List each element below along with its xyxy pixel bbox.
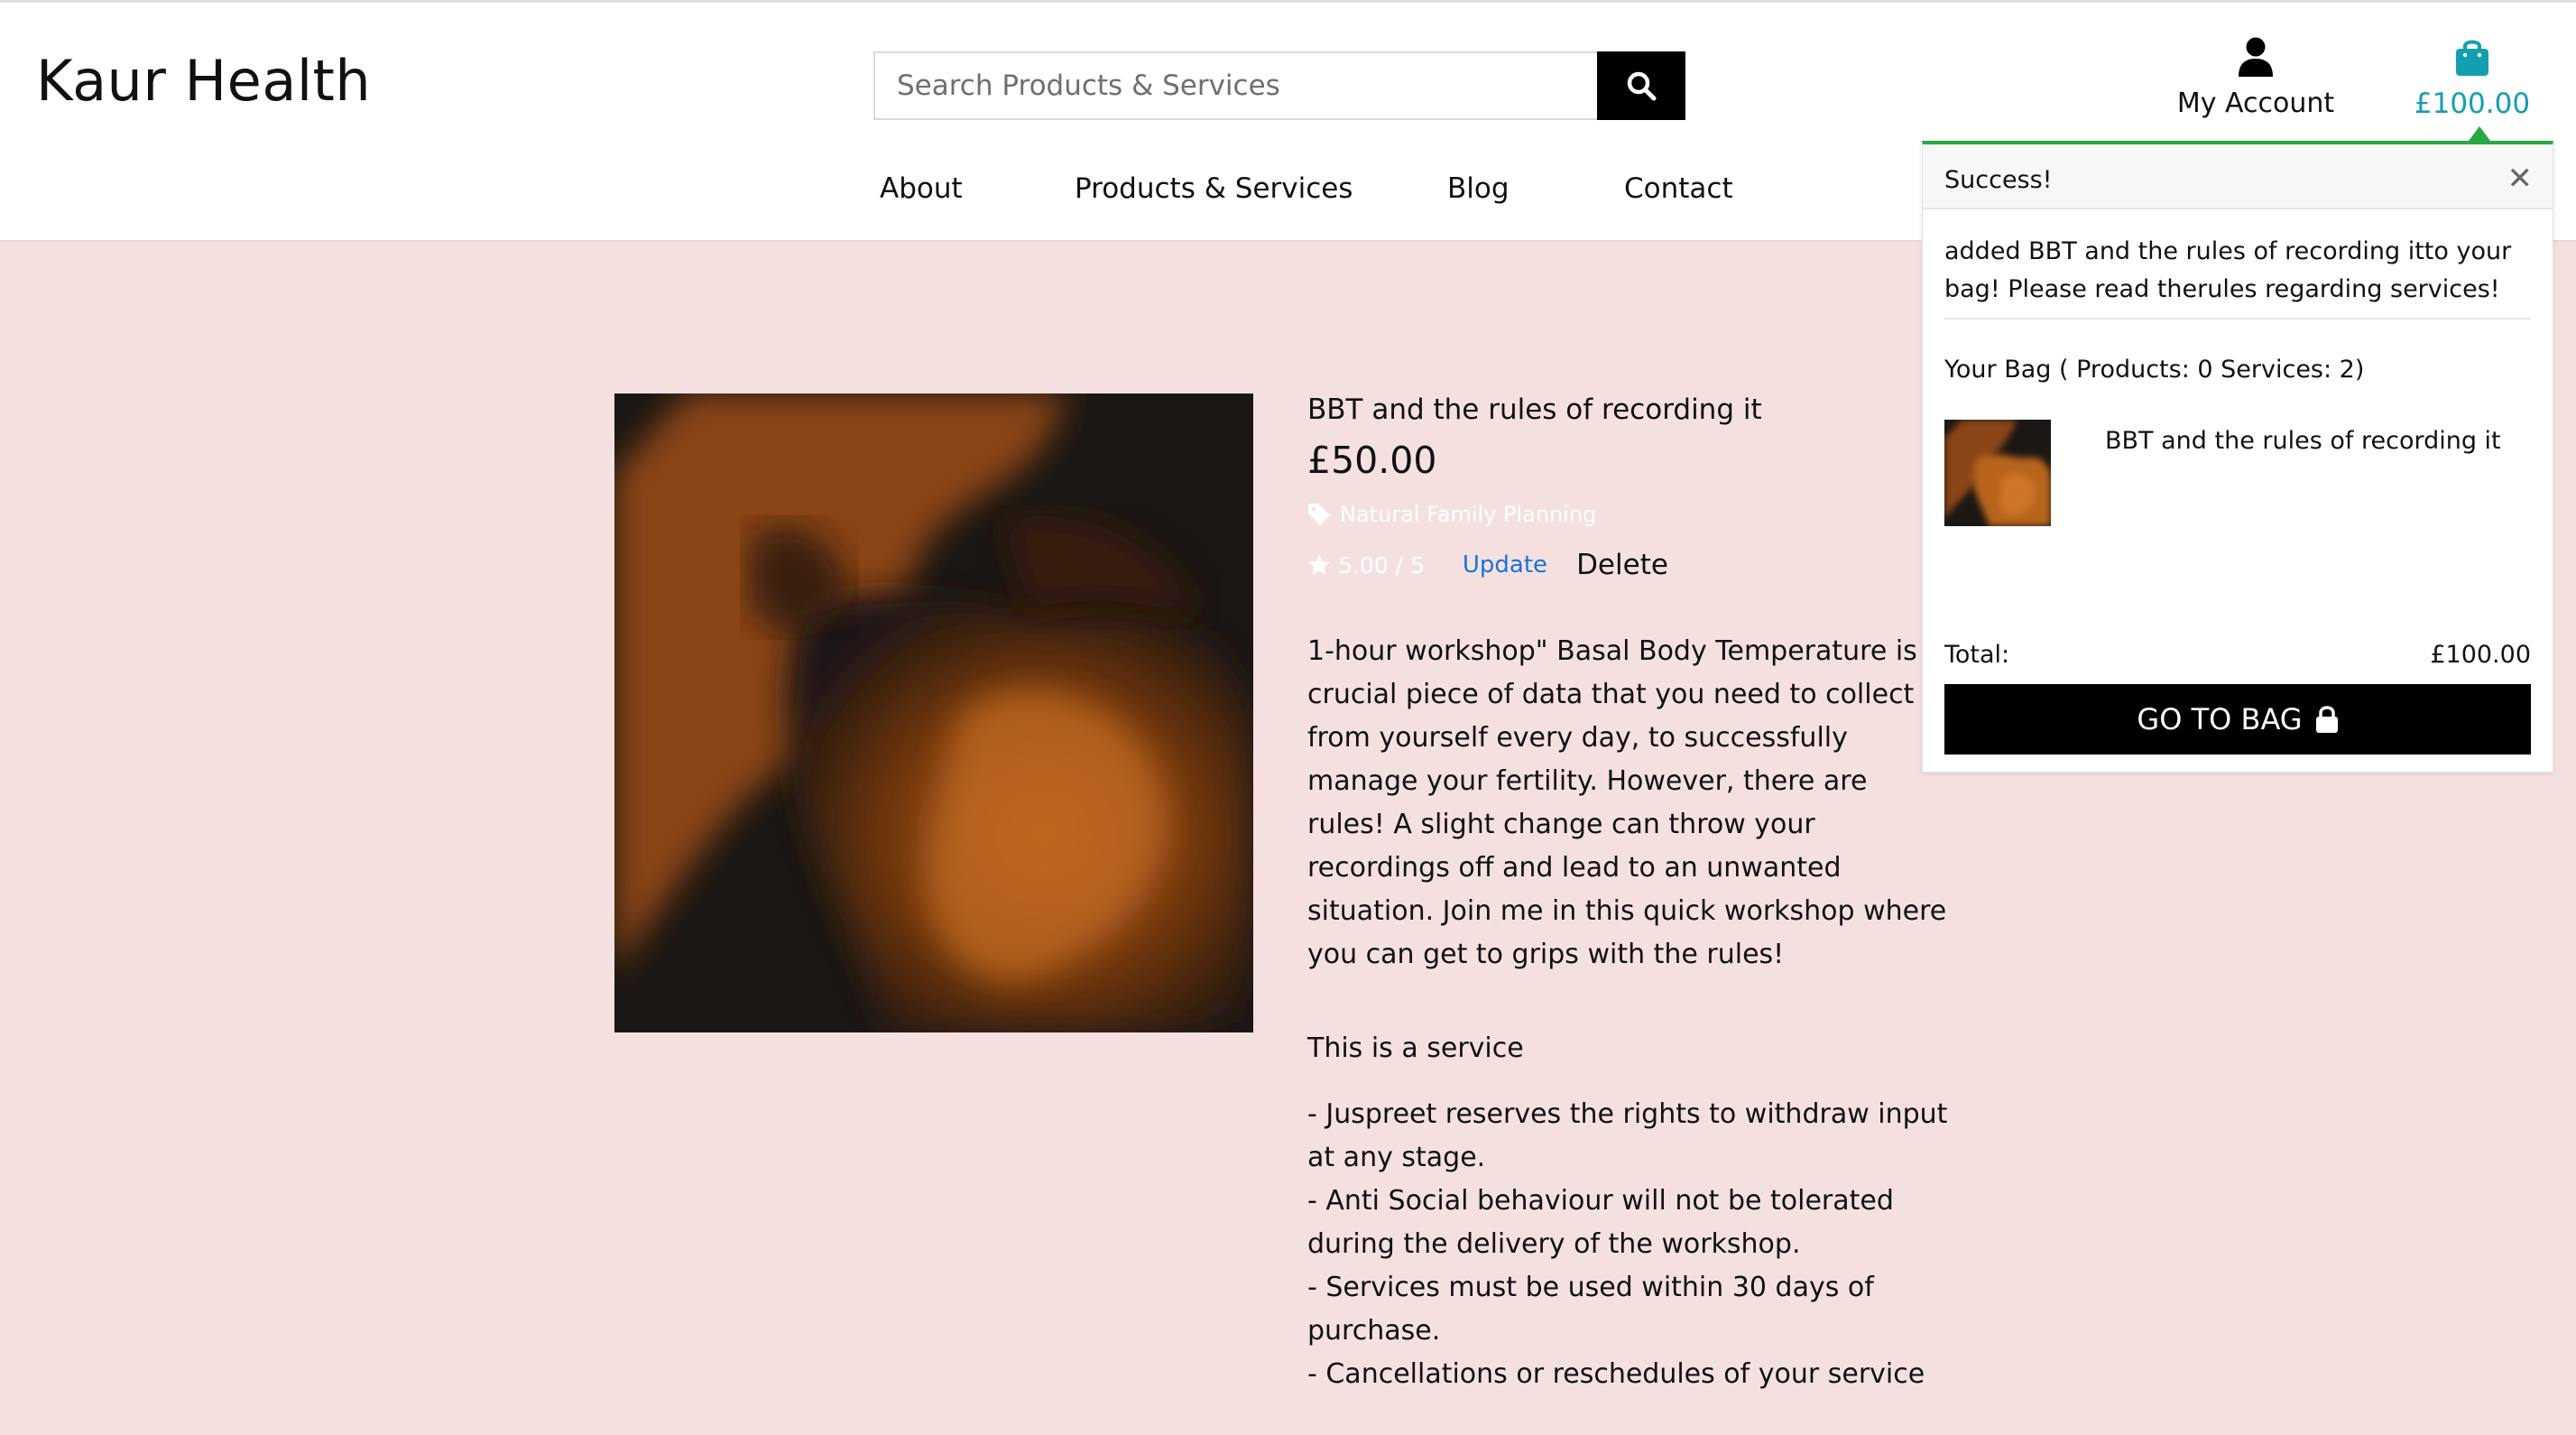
product-category-label: Natural Family Planning bbox=[1340, 502, 1597, 527]
service-rule: - Services must be used within 30 days o… bbox=[1307, 1272, 1874, 1347]
search-input[interactable] bbox=[873, 51, 1597, 120]
search-icon bbox=[1627, 71, 1657, 101]
toast-arrow bbox=[2469, 126, 2490, 141]
total-value: £100.00 bbox=[2430, 641, 2531, 669]
product-category[interactable]: Natural Family Planning bbox=[1307, 502, 1957, 527]
lock-icon bbox=[2315, 706, 2338, 733]
site-logo[interactable]: Kaur Health bbox=[36, 48, 371, 114]
search-button[interactable] bbox=[1597, 51, 1685, 120]
close-icon[interactable]: ✕ bbox=[2507, 161, 2534, 197]
success-toast: Success! ✕ added BBT and the rules of re… bbox=[1922, 141, 2553, 773]
toast-header: Success! ✕ bbox=[1923, 144, 2553, 209]
my-account-link[interactable]: My Account bbox=[2165, 37, 2346, 119]
nav-contact[interactable]: Contact bbox=[1624, 172, 1733, 205]
star-icon bbox=[1308, 554, 1330, 575]
service-rule: - Cancellations or reschedules of your s… bbox=[1307, 1358, 1925, 1390]
update-link[interactable]: Update bbox=[1463, 551, 1547, 579]
service-heading: This is a service bbox=[1307, 1032, 1524, 1064]
nav-products-services[interactable]: Products & Services bbox=[1075, 172, 1353, 205]
bag-item-name: BBT and the rules of recording it bbox=[2105, 427, 2501, 455]
product-details: BBT and the rules of recording it £50.00… bbox=[1307, 393, 1957, 1396]
product-name: BBT and the rules of recording it bbox=[1307, 393, 1762, 426]
go-to-bag-button[interactable]: GO TO BAG bbox=[1944, 684, 2531, 755]
my-account-label: My Account bbox=[2176, 88, 2335, 119]
bag-item: BBT and the rules of recording it bbox=[1944, 420, 2531, 546]
tag-icon bbox=[1308, 504, 1330, 525]
product-image bbox=[614, 393, 1253, 1032]
user-icon bbox=[2239, 37, 2273, 77]
product-description: 1-hour workshop" Basal Body Temperature … bbox=[1307, 635, 1947, 970]
go-to-bag-label: GO TO BAG bbox=[2137, 702, 2303, 736]
total-label: Total: bbox=[1944, 641, 2010, 669]
product-price: £50.00 bbox=[1307, 439, 1437, 482]
toast-title: Success! bbox=[1944, 166, 2053, 194]
delete-link[interactable]: Delete bbox=[1576, 549, 1668, 581]
toast-message: added BBT and the rules of recording itt… bbox=[1944, 233, 2531, 319]
service-rules: - Juspreet reserves the rights to withdr… bbox=[1307, 1093, 1948, 1396]
nav-about[interactable]: About bbox=[880, 172, 963, 205]
bag-link[interactable]: £100.00 bbox=[2400, 37, 2544, 120]
bag-total-row: Total: £100.00 bbox=[1944, 641, 2531, 669]
bag-item-thumbnail bbox=[1944, 420, 2051, 526]
service-rule: - Juspreet reserves the rights to withdr… bbox=[1307, 1098, 1948, 1173]
product-rating: 5.00 / 5 bbox=[1307, 552, 1425, 579]
search-form bbox=[873, 51, 1685, 120]
service-rule: - Anti Social behaviour will not be tole… bbox=[1307, 1185, 1894, 1260]
product-actions: 5.00 / 5 Update Delete bbox=[1307, 549, 1957, 581]
shopping-bag-icon bbox=[2456, 40, 2488, 76]
product-rating-value: 5.00 / 5 bbox=[1338, 551, 1425, 579]
bag-summary: Your Bag ( Products: 0 Services: 2) bbox=[1944, 356, 2365, 384]
bag-total: £100.00 bbox=[2414, 88, 2531, 120]
nav-blog[interactable]: Blog bbox=[1447, 172, 1510, 205]
